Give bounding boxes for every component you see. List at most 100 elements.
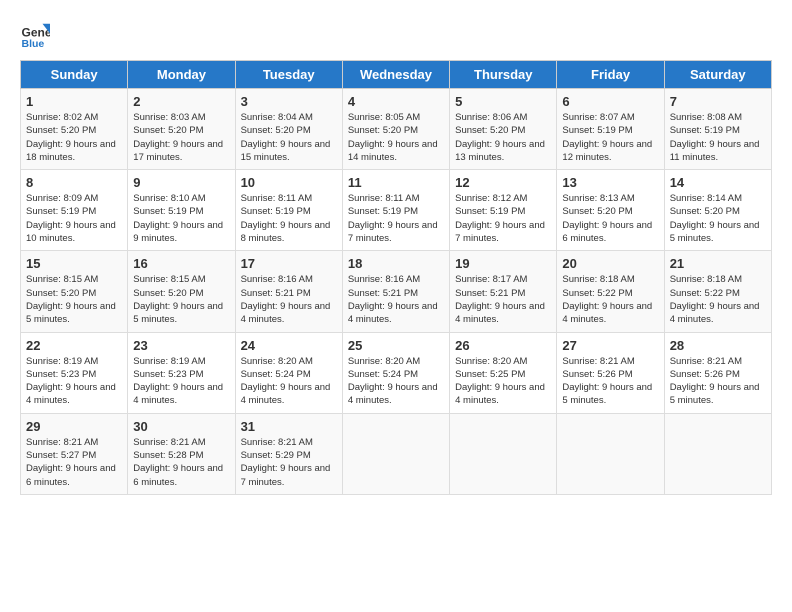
day-info: Sunrise: 8:20 AM Sunset: 5:25 PM Dayligh… — [455, 355, 551, 408]
day-header-thursday: Thursday — [450, 61, 557, 89]
day-number: 12 — [455, 175, 551, 190]
day-info: Sunrise: 8:13 AM Sunset: 5:20 PM Dayligh… — [562, 192, 658, 245]
calendar-cell: 16 Sunrise: 8:15 AM Sunset: 5:20 PM Dayl… — [128, 251, 235, 332]
calendar-cell: 14 Sunrise: 8:14 AM Sunset: 5:20 PM Dayl… — [664, 170, 771, 251]
logo: General Blue — [20, 20, 50, 50]
calendar-cell: 28 Sunrise: 8:21 AM Sunset: 5:26 PM Dayl… — [664, 332, 771, 413]
day-number: 26 — [455, 338, 551, 353]
calendar-cell: 24 Sunrise: 8:20 AM Sunset: 5:24 PM Dayl… — [235, 332, 342, 413]
day-info: Sunrise: 8:21 AM Sunset: 5:28 PM Dayligh… — [133, 436, 229, 489]
calendar-cell: 20 Sunrise: 8:18 AM Sunset: 5:22 PM Dayl… — [557, 251, 664, 332]
calendar-cell: 9 Sunrise: 8:10 AM Sunset: 5:19 PM Dayli… — [128, 170, 235, 251]
calendar-cell: 30 Sunrise: 8:21 AM Sunset: 5:28 PM Dayl… — [128, 413, 235, 494]
calendar-table: SundayMondayTuesdayWednesdayThursdayFrid… — [20, 60, 772, 495]
day-number: 15 — [26, 256, 122, 271]
calendar-cell: 25 Sunrise: 8:20 AM Sunset: 5:24 PM Dayl… — [342, 332, 449, 413]
day-header-tuesday: Tuesday — [235, 61, 342, 89]
day-number: 21 — [670, 256, 766, 271]
day-header-monday: Monday — [128, 61, 235, 89]
day-number: 16 — [133, 256, 229, 271]
day-header-sunday: Sunday — [21, 61, 128, 89]
calendar-cell: 21 Sunrise: 8:18 AM Sunset: 5:22 PM Dayl… — [664, 251, 771, 332]
day-number: 6 — [562, 94, 658, 109]
calendar-cell: 2 Sunrise: 8:03 AM Sunset: 5:20 PM Dayli… — [128, 89, 235, 170]
calendar-cell: 19 Sunrise: 8:17 AM Sunset: 5:21 PM Dayl… — [450, 251, 557, 332]
day-info: Sunrise: 8:10 AM Sunset: 5:19 PM Dayligh… — [133, 192, 229, 245]
day-info: Sunrise: 8:11 AM Sunset: 5:19 PM Dayligh… — [348, 192, 444, 245]
calendar-cell: 8 Sunrise: 8:09 AM Sunset: 5:19 PM Dayli… — [21, 170, 128, 251]
day-number: 11 — [348, 175, 444, 190]
day-number: 22 — [26, 338, 122, 353]
calendar-cell: 15 Sunrise: 8:15 AM Sunset: 5:20 PM Dayl… — [21, 251, 128, 332]
calendar-cell: 29 Sunrise: 8:21 AM Sunset: 5:27 PM Dayl… — [21, 413, 128, 494]
calendar-cell: 26 Sunrise: 8:20 AM Sunset: 5:25 PM Dayl… — [450, 332, 557, 413]
calendar-cell — [342, 413, 449, 494]
day-info: Sunrise: 8:07 AM Sunset: 5:19 PM Dayligh… — [562, 111, 658, 164]
day-info: Sunrise: 8:21 AM Sunset: 5:29 PM Dayligh… — [241, 436, 337, 489]
calendar-cell: 27 Sunrise: 8:21 AM Sunset: 5:26 PM Dayl… — [557, 332, 664, 413]
day-info: Sunrise: 8:18 AM Sunset: 5:22 PM Dayligh… — [562, 273, 658, 326]
day-info: Sunrise: 8:17 AM Sunset: 5:21 PM Dayligh… — [455, 273, 551, 326]
calendar-cell: 10 Sunrise: 8:11 AM Sunset: 5:19 PM Dayl… — [235, 170, 342, 251]
day-info: Sunrise: 8:20 AM Sunset: 5:24 PM Dayligh… — [348, 355, 444, 408]
day-number: 13 — [562, 175, 658, 190]
calendar-cell: 1 Sunrise: 8:02 AM Sunset: 5:20 PM Dayli… — [21, 89, 128, 170]
calendar-cell: 18 Sunrise: 8:16 AM Sunset: 5:21 PM Dayl… — [342, 251, 449, 332]
day-number: 20 — [562, 256, 658, 271]
calendar-cell: 31 Sunrise: 8:21 AM Sunset: 5:29 PM Dayl… — [235, 413, 342, 494]
day-number: 30 — [133, 419, 229, 434]
day-number: 5 — [455, 94, 551, 109]
day-info: Sunrise: 8:21 AM Sunset: 5:26 PM Dayligh… — [670, 355, 766, 408]
day-header-friday: Friday — [557, 61, 664, 89]
calendar-cell: 7 Sunrise: 8:08 AM Sunset: 5:19 PM Dayli… — [664, 89, 771, 170]
day-number: 24 — [241, 338, 337, 353]
day-header-saturday: Saturday — [664, 61, 771, 89]
day-info: Sunrise: 8:08 AM Sunset: 5:19 PM Dayligh… — [670, 111, 766, 164]
day-info: Sunrise: 8:15 AM Sunset: 5:20 PM Dayligh… — [26, 273, 122, 326]
calendar-cell — [557, 413, 664, 494]
day-number: 3 — [241, 94, 337, 109]
calendar-cell: 3 Sunrise: 8:04 AM Sunset: 5:20 PM Dayli… — [235, 89, 342, 170]
calendar-cell — [450, 413, 557, 494]
day-number: 10 — [241, 175, 337, 190]
day-number: 14 — [670, 175, 766, 190]
day-number: 4 — [348, 94, 444, 109]
day-number: 2 — [133, 94, 229, 109]
day-info: Sunrise: 8:02 AM Sunset: 5:20 PM Dayligh… — [26, 111, 122, 164]
day-info: Sunrise: 8:06 AM Sunset: 5:20 PM Dayligh… — [455, 111, 551, 164]
day-number: 27 — [562, 338, 658, 353]
day-header-wednesday: Wednesday — [342, 61, 449, 89]
svg-text:Blue: Blue — [22, 38, 45, 50]
day-info: Sunrise: 8:14 AM Sunset: 5:20 PM Dayligh… — [670, 192, 766, 245]
logo-icon: General Blue — [20, 20, 50, 50]
day-info: Sunrise: 8:11 AM Sunset: 5:19 PM Dayligh… — [241, 192, 337, 245]
calendar-cell: 22 Sunrise: 8:19 AM Sunset: 5:23 PM Dayl… — [21, 332, 128, 413]
day-number: 25 — [348, 338, 444, 353]
day-info: Sunrise: 8:04 AM Sunset: 5:20 PM Dayligh… — [241, 111, 337, 164]
day-info: Sunrise: 8:19 AM Sunset: 5:23 PM Dayligh… — [133, 355, 229, 408]
calendar-cell — [664, 413, 771, 494]
day-number: 18 — [348, 256, 444, 271]
day-number: 28 — [670, 338, 766, 353]
calendar-cell: 13 Sunrise: 8:13 AM Sunset: 5:20 PM Dayl… — [557, 170, 664, 251]
day-info: Sunrise: 8:21 AM Sunset: 5:26 PM Dayligh… — [562, 355, 658, 408]
calendar-cell: 12 Sunrise: 8:12 AM Sunset: 5:19 PM Dayl… — [450, 170, 557, 251]
day-info: Sunrise: 8:05 AM Sunset: 5:20 PM Dayligh… — [348, 111, 444, 164]
day-number: 7 — [670, 94, 766, 109]
day-info: Sunrise: 8:21 AM Sunset: 5:27 PM Dayligh… — [26, 436, 122, 489]
page-header: General Blue — [20, 20, 772, 50]
calendar-cell: 5 Sunrise: 8:06 AM Sunset: 5:20 PM Dayli… — [450, 89, 557, 170]
day-info: Sunrise: 8:03 AM Sunset: 5:20 PM Dayligh… — [133, 111, 229, 164]
day-number: 19 — [455, 256, 551, 271]
day-info: Sunrise: 8:16 AM Sunset: 5:21 PM Dayligh… — [348, 273, 444, 326]
calendar-cell: 6 Sunrise: 8:07 AM Sunset: 5:19 PM Dayli… — [557, 89, 664, 170]
day-info: Sunrise: 8:15 AM Sunset: 5:20 PM Dayligh… — [133, 273, 229, 326]
calendar-cell: 17 Sunrise: 8:16 AM Sunset: 5:21 PM Dayl… — [235, 251, 342, 332]
day-info: Sunrise: 8:18 AM Sunset: 5:22 PM Dayligh… — [670, 273, 766, 326]
day-number: 31 — [241, 419, 337, 434]
calendar-cell: 11 Sunrise: 8:11 AM Sunset: 5:19 PM Dayl… — [342, 170, 449, 251]
day-number: 9 — [133, 175, 229, 190]
day-number: 1 — [26, 94, 122, 109]
day-number: 17 — [241, 256, 337, 271]
day-info: Sunrise: 8:20 AM Sunset: 5:24 PM Dayligh… — [241, 355, 337, 408]
